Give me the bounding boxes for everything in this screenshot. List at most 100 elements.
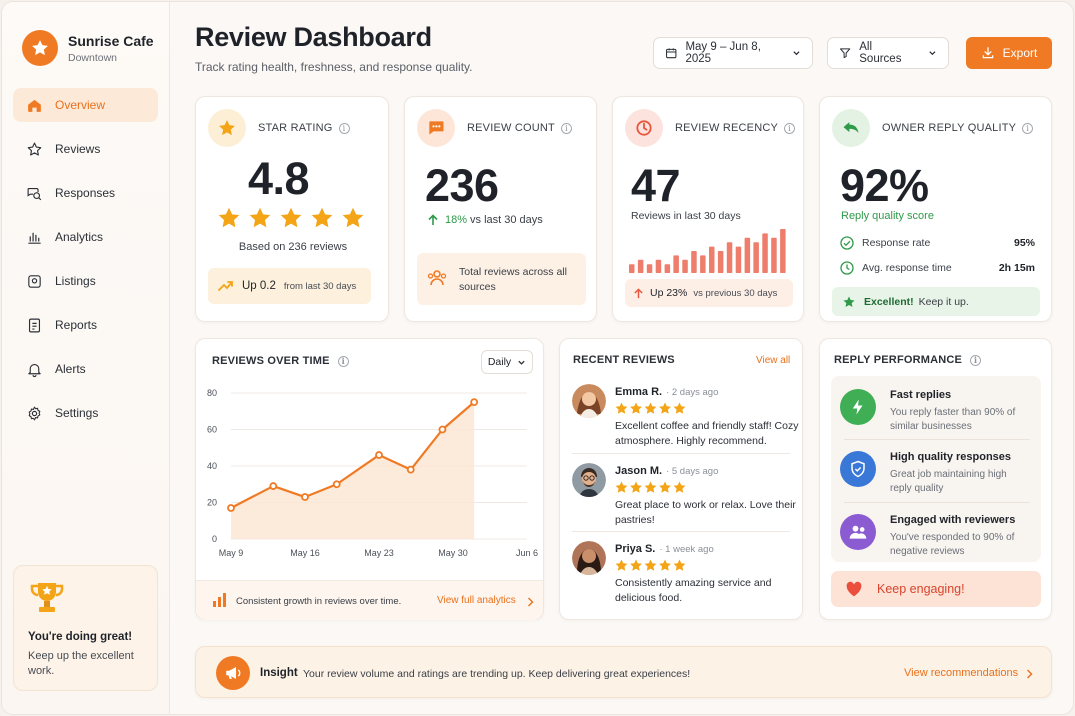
info-icon[interactable]: i — [337, 355, 349, 367]
clock-icon — [625, 109, 663, 147]
info-icon[interactable]: i — [784, 122, 796, 134]
granularity-select[interactable]: Daily — [481, 350, 533, 374]
rating-stars — [216, 205, 366, 231]
group-icon — [840, 514, 876, 550]
download-icon — [982, 47, 993, 59]
megaphone-icon — [216, 656, 250, 690]
recency-change-badge: Up 23% vs previous 30 days — [625, 279, 793, 307]
divider — [844, 439, 1030, 440]
sidebar-item-label: Responses — [55, 186, 116, 200]
row-value: 95% — [1013, 237, 1035, 249]
review-count-card: REVIEW COUNT i 236 18% vs last 30 days To… — [404, 96, 597, 322]
divider — [572, 531, 790, 532]
footer-text: Total reviews across all sources — [459, 266, 567, 293]
section-title: RECENT REVIEWS — [573, 354, 675, 366]
sidebar-item-label: Settings — [55, 406, 99, 420]
review-item[interactable]: Emma R. · 2 days ago Excellent coffee and… — [572, 384, 798, 454]
review-recency-card: REVIEW RECENCY i 47 Reviews in last 30 da… — [612, 96, 804, 322]
recency-bar — [664, 264, 671, 273]
recency-bar-chart — [629, 229, 786, 273]
info-icon[interactable]: i — [1022, 122, 1034, 134]
review-item[interactable]: Priya S. · 1 week ago Consistently amazin… — [572, 541, 792, 611]
export-button[interactable]: Export — [966, 37, 1052, 69]
recency-sub: Reviews in last 30 days — [631, 210, 741, 222]
chevron-down-icon — [793, 51, 800, 56]
trend-up-icon — [218, 281, 233, 291]
promo-title: You're doing great! — [28, 631, 133, 643]
app-window: Sunrise Cafe Downtown Overview Reviews R… — [1, 1, 1074, 715]
brand[interactable]: Sunrise Cafe Downtown — [22, 30, 154, 66]
sidebar-item-listings[interactable]: Listings — [13, 264, 158, 298]
review-recency-value: 47 — [631, 160, 681, 211]
view-all-link[interactable]: View all — [756, 355, 790, 366]
area-fill — [231, 402, 475, 539]
row-label: Avg. response time — [862, 262, 952, 274]
info-icon[interactable]: i — [560, 122, 572, 134]
data-point — [332, 480, 341, 489]
date-range-picker[interactable]: May 9 – Jun 8, 2025 — [653, 37, 813, 69]
data-point — [269, 482, 278, 490]
y-tick-label: 60 — [207, 425, 217, 435]
sidebar-item-label: Reviews — [55, 142, 101, 156]
recency-bar — [682, 259, 688, 273]
review-count-footer: Total reviews across all sources — [417, 253, 586, 305]
sidebar-item-reviews[interactable]: Reviews — [13, 132, 158, 166]
bar-chart-icon — [28, 232, 41, 244]
kpi-label: REVIEW RECENCY — [675, 122, 779, 134]
star-icon — [249, 207, 271, 228]
star-icon — [218, 207, 240, 228]
date-range-value: May 9 – Jun 8, 2025 — [685, 41, 761, 65]
sidebar-item-alerts[interactable]: Alerts — [13, 352, 158, 386]
view-recommendations-link[interactable]: View recommendations — [904, 667, 1018, 679]
source-filter[interactable]: All Sources — [827, 37, 949, 69]
view-full-analytics-link[interactable]: View full analytics — [437, 595, 516, 606]
recency-bar — [771, 237, 777, 273]
perf-title: Fast replies — [890, 389, 952, 401]
filter-icon — [840, 48, 851, 59]
recency-bar — [744, 237, 751, 273]
sidebar-item-reports[interactable]: Reports — [13, 308, 158, 342]
review-count-change: 18% vs last 30 days — [427, 214, 543, 226]
row-label: Response rate — [862, 237, 931, 249]
lightning-icon — [840, 389, 876, 425]
check-circle-icon — [840, 236, 854, 250]
review-item[interactable]: Jason M. · 5 days ago Great place to work… — [572, 463, 796, 533]
recency-bar — [629, 264, 635, 273]
reply-arrow-icon — [832, 109, 870, 147]
response-rate-row: Response rate 95% — [840, 236, 1035, 252]
recency-bar — [655, 259, 662, 273]
rating-trend-badge: Up 0.2 from last 30 days — [208, 268, 371, 304]
sidebar-item-settings[interactable]: Settings — [13, 396, 158, 430]
star-logo-icon — [22, 30, 58, 66]
perf-text: You reply faster than 90% of similar bus… — [890, 407, 1016, 432]
keep-engaging-banner[interactable]: Keep engaging! — [831, 571, 1041, 607]
data-point — [470, 398, 479, 407]
info-icon[interactable]: i — [338, 122, 350, 134]
row-value: 2h 15m — [998, 262, 1035, 274]
recency-bar — [753, 242, 759, 273]
trend-note: from last 30 days — [283, 280, 357, 292]
x-tick-label: May 9 — [219, 548, 244, 558]
footer-text: Consistent growth in reviews over time. — [236, 596, 402, 607]
sidebar-item-analytics[interactable]: Analytics — [13, 220, 158, 254]
data-point — [375, 451, 383, 459]
section-title: REPLY PERFORMANCE — [834, 354, 963, 366]
sidebar-item-overview[interactable]: Overview — [13, 88, 158, 122]
avatar — [572, 463, 606, 497]
data-point — [301, 493, 309, 501]
info-icon[interactable]: i — [970, 354, 982, 366]
excellent-badge: Excellent! Keep it up. — [832, 287, 1040, 316]
recency-bar — [709, 246, 715, 273]
users-icon — [427, 270, 447, 286]
chevron-right-icon — [528, 597, 534, 607]
recency-bar — [646, 264, 653, 273]
avatar — [572, 384, 606, 418]
based-on-text: Based on 236 reviews — [238, 241, 348, 253]
export-label: Export — [1002, 46, 1038, 60]
trophy-icon — [30, 583, 64, 612]
sidebar-item-responses[interactable]: Responses — [13, 176, 158, 210]
chat-bubble-icon — [417, 109, 455, 147]
recency-bar — [691, 251, 697, 273]
reply-quality-value: 92% — [840, 160, 929, 211]
chart-footer: Consistent growth in reviews over time. … — [196, 580, 543, 620]
